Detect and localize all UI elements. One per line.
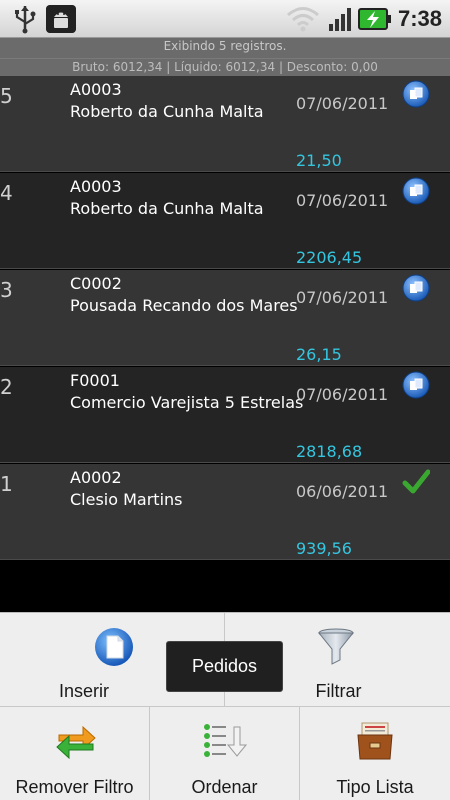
totals-text: Bruto: 6012,34 | Líquido: 6012,34 | Desc… (0, 58, 450, 74)
order-row[interactable]: 1 A0002 Clesio Martins 06/06/2011 939,56 (0, 464, 450, 560)
signal-icon (329, 8, 351, 31)
usb-icon (15, 6, 36, 34)
sync-pending-icon (402, 177, 430, 205)
sort-list-icon (204, 724, 248, 757)
client-name: Clesio Martins (70, 490, 183, 509)
summary-header: Exibindo 5 registros. Bruto: 6012,34 | L… (0, 38, 450, 76)
order-number: 4 (0, 181, 13, 205)
new-document-icon (95, 628, 133, 666)
funnel-icon (317, 628, 355, 665)
order-date: 07/06/2011 (296, 288, 389, 307)
sync-pending-icon (402, 80, 430, 108)
client-code: A0003 (70, 80, 122, 99)
order-button[interactable]: Ordenar (150, 707, 300, 800)
order-value: 939,56 (296, 539, 352, 558)
client-code: F0001 (70, 371, 120, 390)
remove-filter-label: Remover Filtro (15, 777, 134, 797)
order-value: 2206,45 (296, 248, 363, 267)
battery-charging-icon (358, 8, 391, 30)
order-date: 07/06/2011 (296, 191, 389, 210)
list-type-label: Tipo Lista (336, 777, 414, 797)
order-number: 2 (0, 375, 13, 399)
client-code: A0003 (70, 177, 122, 196)
swap-arrows-icon (56, 725, 96, 760)
order-label: Ordenar (191, 777, 258, 797)
client-code: A0002 (70, 468, 122, 487)
records-count-text: Exibindo 5 registros. (163, 39, 287, 53)
order-number: 3 (0, 278, 13, 302)
order-row[interactable]: 5 A0003 Roberto da Cunha Malta 07/06/201… (0, 76, 450, 172)
order-date: 06/06/2011 (296, 482, 389, 501)
android-debug-icon (46, 5, 76, 33)
check-icon (402, 469, 430, 494)
wifi-icon (287, 7, 319, 32)
card-box-icon (357, 722, 393, 760)
client-name: Roberto da Cunha Malta (70, 102, 264, 121)
sync-pending-icon (402, 371, 430, 399)
sync-pending-icon (402, 274, 430, 302)
remove-filter-button[interactable]: Remover Filtro (0, 707, 150, 800)
clock-time: 7:38 (398, 6, 443, 31)
order-date: 07/06/2011 (296, 385, 389, 404)
order-date: 07/06/2011 (296, 94, 389, 113)
order-row[interactable]: 2 F0001 Comercio Varejista 5 Estrelas 07… (0, 367, 450, 463)
order-value: 26,15 (296, 345, 342, 364)
orders-list: 5 A0003 Roberto da Cunha Malta 07/06/201… (0, 76, 450, 560)
order-row[interactable]: 4 A0003 Roberto da Cunha Malta 07/06/201… (0, 173, 450, 269)
order-number: 1 (0, 472, 13, 496)
toast-message: Pedidos (166, 641, 283, 692)
client-name: Comercio Varejista 5 Estrelas (70, 393, 304, 412)
order-value: 21,50 (296, 151, 342, 170)
client-code: C0002 (70, 274, 122, 293)
client-name: Pousada Recando dos Mares (70, 296, 298, 315)
client-name: Roberto da Cunha Malta (70, 199, 264, 218)
order-value: 2818,68 (296, 442, 363, 461)
order-number: 5 (0, 84, 13, 108)
status-bar: 7:38 (0, 0, 450, 38)
order-row[interactable]: 3 C0002 Pousada Recando dos Mares 07/06/… (0, 270, 450, 366)
list-type-button[interactable]: Tipo Lista (300, 707, 450, 800)
